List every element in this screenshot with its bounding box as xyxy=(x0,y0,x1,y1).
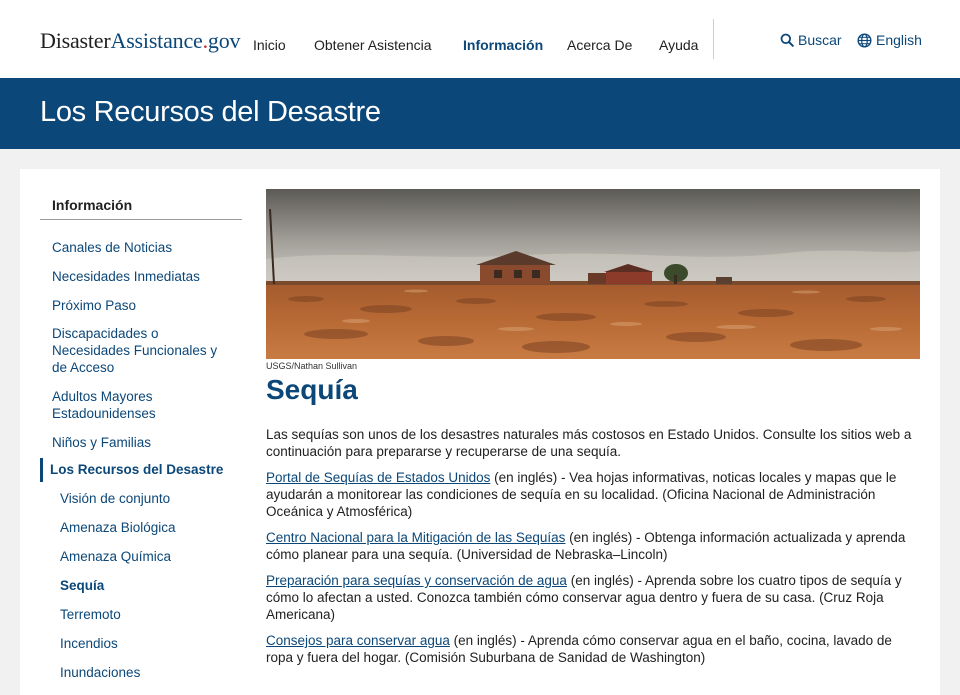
language-label: English xyxy=(876,32,922,48)
resource-item: Preparación para sequías y conservación … xyxy=(266,572,918,623)
sidebar-subitem-terremoto[interactable]: Terremoto xyxy=(60,607,121,622)
image-credit: USGS/Nathan Sullivan xyxy=(266,361,358,371)
resource-item: Centro Nacional para la Mitigación de la… xyxy=(266,529,918,563)
sidebar-subitem-amenaza-biologica[interactable]: Amenaza Biológica xyxy=(60,520,176,535)
resource-item: Portal de Sequías de Estados Unidos (en … xyxy=(266,469,918,520)
search-icon xyxy=(780,33,794,47)
sidebar-item-ninos-y-familias[interactable]: Niños y Familias xyxy=(52,434,227,451)
sidebar-subitem-sequia[interactable]: Sequía xyxy=(60,578,104,593)
page-banner: Los Recursos del Desastre xyxy=(0,78,960,149)
sidebar-title: Información xyxy=(52,197,133,213)
page-title: Sequía xyxy=(266,374,358,405)
banner-title: Los Recursos del Desastre xyxy=(40,96,381,128)
search-button[interactable]: Buscar xyxy=(780,32,842,48)
intro-paragraph: Las sequías son unos de los desastres na… xyxy=(266,427,912,459)
hero-image xyxy=(266,189,920,359)
site-logo[interactable]: DisasterAssistance.gov xyxy=(40,28,241,54)
sidebar-subitem-vision-de-conjunto[interactable]: Visión de conjunto xyxy=(60,491,170,506)
sidebar-item-canales-de-noticias[interactable]: Canales de Noticias xyxy=(52,239,227,256)
site-header: DisasterAssistance.gov Inicio Obtener As… xyxy=(0,0,960,78)
resource-link-preparacion-sequias[interactable]: Preparación para sequías y conservación … xyxy=(266,573,567,588)
sidebar-item-proximo-paso[interactable]: Próximo Paso xyxy=(52,297,227,314)
sidebar-item-recursos-del-desastre[interactable]: Los Recursos del Desastre xyxy=(50,462,223,477)
sidebar-active-indicator xyxy=(40,458,43,482)
nav-informacion[interactable]: Información xyxy=(463,37,543,53)
search-label: Buscar xyxy=(798,32,842,48)
resource-link-consejos-agua[interactable]: Consejos para conservar agua xyxy=(266,633,450,648)
nav-inicio[interactable]: Inicio xyxy=(253,37,286,53)
sidebar-item-discapacidades[interactable]: Discapacidades o Necesidades Funcionales… xyxy=(52,325,224,376)
sidebar-subitem-inundaciones[interactable]: Inundaciones xyxy=(60,665,140,680)
logo-text-assistance: Assistance xyxy=(110,28,203,53)
nav-acerca-de[interactable]: Acerca De xyxy=(567,37,632,53)
logo-text-disaster: Disaster xyxy=(40,28,111,53)
language-toggle[interactable]: English xyxy=(857,32,922,48)
logo-text-gov: gov xyxy=(207,28,241,53)
sidebar-item-necesidades-inmediatas[interactable]: Necesidades Inmediatas xyxy=(52,268,227,285)
sidebar-subitem-amenaza-quimica[interactable]: Amenaza Química xyxy=(60,549,171,564)
resource-link-centro-nacional[interactable]: Centro Nacional para la Mitigación de la… xyxy=(266,530,565,545)
nav-ayuda[interactable]: Ayuda xyxy=(659,37,698,53)
resource-link-portal-sequias[interactable]: Portal de Sequías de Estados Unidos xyxy=(266,470,490,485)
nav-obtener-asistencia[interactable]: Obtener Asistencia xyxy=(314,37,432,53)
nav-divider xyxy=(713,19,714,59)
sidebar-item-adultos-mayores[interactable]: Adultos Mayores Estadounidenses xyxy=(52,388,202,422)
sidebar-divider xyxy=(40,219,242,220)
globe-icon xyxy=(857,32,872,48)
sidebar-subitem-incendios[interactable]: Incendios xyxy=(60,636,118,651)
resource-item: Consejos para conservar agua (en inglés)… xyxy=(266,632,918,666)
